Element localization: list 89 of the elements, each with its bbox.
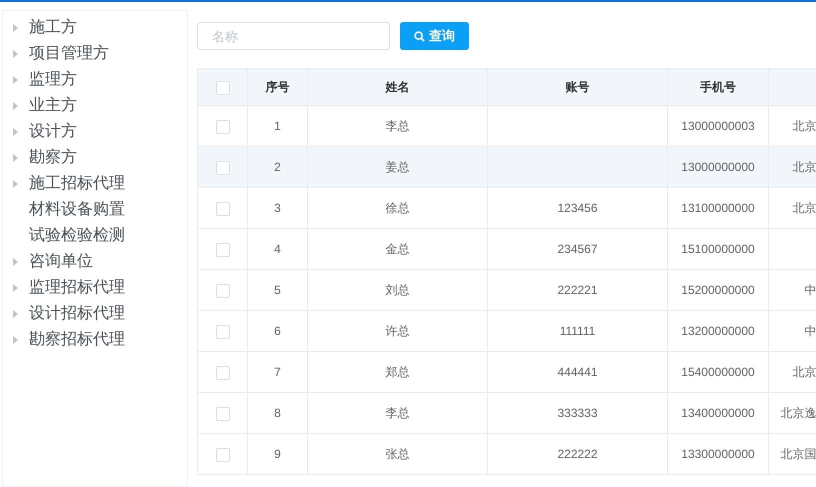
table-cell: 333333 [557,406,598,420]
checkbox[interactable] [216,242,230,257]
table-cell: 中 [804,324,816,338]
table-cell: 8 [274,406,281,420]
checkbox[interactable] [216,80,230,95]
table-cell: 金总 [386,242,410,256]
search-icon [414,30,425,42]
table-cell: 123456 [557,201,598,215]
table-cell: 北京 [792,160,816,174]
table-row[interactable]: 4 金总 234567 15100000000 [198,228,816,270]
search-field[interactable]: 名称 [197,22,390,50]
table-cell: 13000000000 [681,160,755,174]
table-cell: 李总 [386,406,410,420]
table-cell: 北京逸 [780,406,816,420]
checkbox[interactable] [216,120,230,134]
table-cell: 4 [274,242,281,256]
caret-icon[interactable] [13,128,18,136]
table-cell: 9 [274,447,281,461]
table-cell: 222222 [557,447,598,461]
table-cell: 7 [274,365,281,379]
table-cell: 中 [804,283,816,297]
checkbox[interactable] [216,366,230,380]
column-header: 姓名 [308,68,488,106]
table-cell: 13000000003 [681,119,755,133]
caret-icon[interactable] [13,154,18,162]
table-cell: 444441 [557,365,598,379]
tree-item[interactable]: 试验检验检测 [29,224,125,248]
tree-item[interactable]: 设计方 [29,120,77,144]
table-cell: 徐总 [386,201,410,215]
table-cell: 2 [274,160,281,174]
table-cell: 6 [274,324,281,338]
caret-icon[interactable] [13,102,18,110]
tree-item[interactable]: 材料设备购置 [29,198,125,222]
table-cell: 111111 [560,324,596,338]
caret-icon[interactable] [13,258,18,266]
table-row[interactable]: 5 刘总 222221 15200000000 中 [198,270,816,310]
table-cell: 北京 [792,201,816,215]
tree-item[interactable]: 咨询单位 [29,250,93,274]
table-cell: 13400000000 [681,406,755,420]
highlighted-row[interactable]: 2 姜总 13000000000 北京 [198,146,816,188]
table-row[interactable]: 6 许总 111111 13200000000 中 [198,310,816,352]
tree-item[interactable]: 设计招标代理 [29,302,125,326]
table-cell: 北京国 [780,447,816,461]
caret-icon[interactable] [13,284,18,292]
table-cell: 5 [274,283,281,297]
table-cell: 13100000000 [681,201,755,215]
tree-item[interactable]: 施工招标代理 [29,172,125,196]
table-cell: 13200000000 [681,324,755,338]
table-cell: 234567 [557,242,598,256]
tree-item[interactable]: 施工方 [29,16,77,40]
table-cell: 张总 [386,447,410,461]
checkbox[interactable] [216,406,230,421]
table-cell: 15200000000 [681,283,755,297]
checkbox[interactable] [216,160,230,175]
table-cell: 郑总 [386,365,410,379]
caret-icon[interactable] [13,180,18,188]
table-cell: 222221 [557,283,598,297]
table-row[interactable]: 3 徐总 123456 13100000000 北京 [198,188,816,228]
caret-icon[interactable] [13,24,18,32]
checkbox[interactable] [216,284,230,298]
table-row[interactable]: 9 张总 222222 13300000000 北京国 [198,434,816,474]
table-cell: 15100000000 [681,242,755,256]
checkbox[interactable] [216,202,230,216]
caret-icon[interactable] [13,76,18,84]
tree-item[interactable]: 勘察方 [29,146,77,170]
table-cell: 李总 [386,119,410,133]
column-header: 账号 [488,68,668,106]
table-cell: 姜总 [386,160,410,174]
caret-icon[interactable] [13,336,18,344]
table-cell: 北京 [792,119,816,133]
caret-icon[interactable] [13,50,18,58]
table-row[interactable]: 1 李总 13000000003 北京 [198,106,816,146]
table-cell: 北京 [792,365,816,379]
table-cell: 刘总 [386,283,410,297]
tree-item[interactable]: 监理招标代理 [29,276,125,300]
table-row[interactable]: 8 李总 333333 13400000000 北京逸 [198,392,816,434]
table-cell: 13300000000 [681,447,755,461]
tree-item[interactable]: 业主方 [29,94,77,118]
table-cell: 15400000000 [681,365,755,379]
checkbox[interactable] [216,448,230,462]
table-cell: 3 [274,201,281,215]
table-cell: 1 [274,119,281,133]
tree-item[interactable]: 监理方 [29,68,77,92]
table-row[interactable]: 7 郑总 444441 15400000000 北京 [198,352,816,392]
checkbox[interactable] [216,324,230,339]
tree-item[interactable]: 勘察招标代理 [29,328,125,352]
tree-item[interactable]: 项目管理方 [29,42,109,66]
table-cell: 许总 [386,324,410,338]
caret-icon[interactable] [13,310,18,318]
